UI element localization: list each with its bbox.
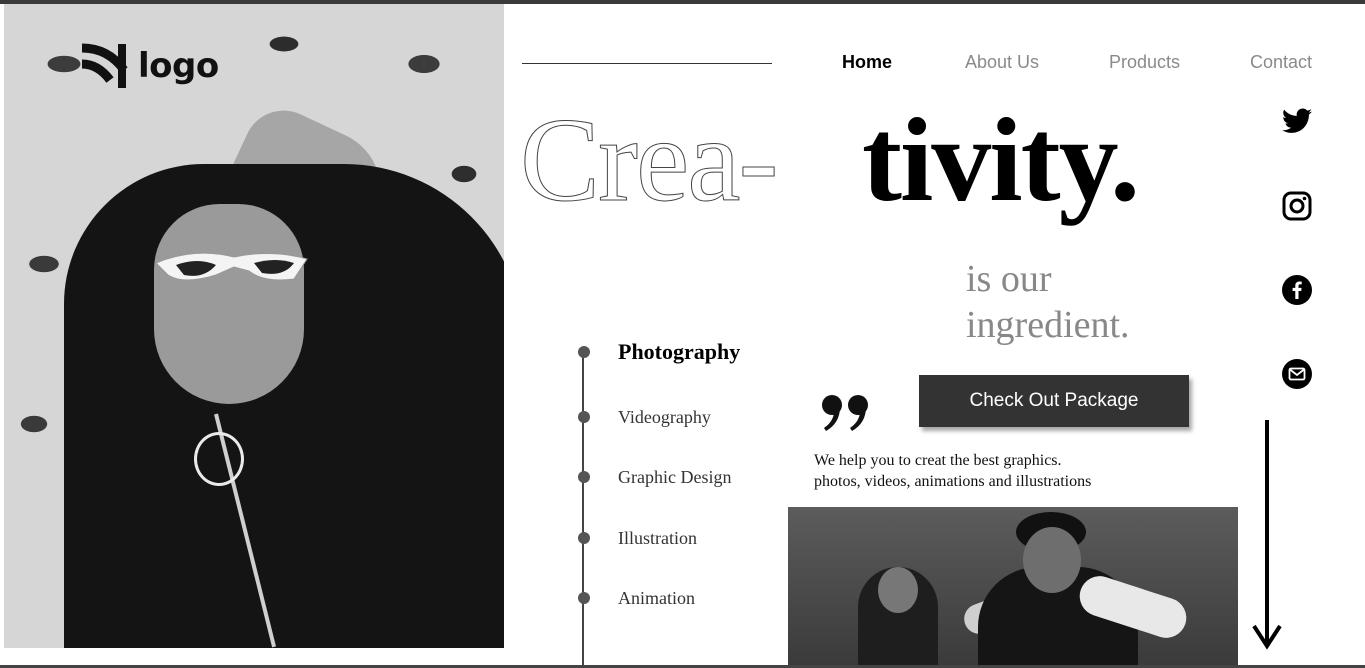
service-dot <box>578 532 590 544</box>
service-dot <box>578 471 590 483</box>
nav-products[interactable]: Products <box>1109 52 1180 73</box>
quote-mark-icon <box>822 395 868 431</box>
service-dot <box>578 411 590 423</box>
check-out-package-button[interactable]: Check Out Package <box>919 375 1189 427</box>
main-nav: Home About Us Products Contact <box>0 52 1365 74</box>
mail-icon <box>1282 359 1312 389</box>
description-line-2: photos, videos, animations and illustrat… <box>814 473 1092 490</box>
photo-face <box>154 204 304 404</box>
photo-sunglasses <box>155 252 308 281</box>
facebook-icon <box>1282 275 1312 305</box>
photo-zip-ring <box>194 432 244 486</box>
service-graphic-design[interactable]: Graphic Design <box>618 467 731 488</box>
services-timeline <box>582 350 584 668</box>
hero-tagline: is our ingredient. <box>966 256 1186 348</box>
service-animation[interactable]: Animation <box>618 588 695 609</box>
scroll-down-arrow-icon[interactable] <box>1250 420 1284 652</box>
service-dot <box>578 346 590 358</box>
service-illustration[interactable]: Illustration <box>618 528 697 549</box>
tagline-line-2: ingredient. <box>966 304 1130 346</box>
headline-solid-text: tivity. <box>862 93 1140 226</box>
description-line-1: We help you to creat the best graphics. <box>814 452 1062 469</box>
twitter-icon <box>1282 108 1312 133</box>
instagram-link[interactable] <box>1280 189 1314 223</box>
service-photography[interactable]: Photography <box>618 339 740 365</box>
hero-photo <box>4 4 504 648</box>
nav-about-us[interactable]: About Us <box>965 52 1039 73</box>
service-dot <box>578 592 590 604</box>
twitter-link[interactable] <box>1280 104 1314 138</box>
headline-outline-text: Crea- <box>519 93 778 226</box>
service-videography[interactable]: Videography <box>618 407 711 428</box>
description-text: We help you to creat the best graphics. … <box>814 450 1174 492</box>
nav-home[interactable]: Home <box>842 52 892 73</box>
facebook-link[interactable] <box>1280 273 1314 307</box>
tagline-line-1: is our <box>966 258 1052 300</box>
hero-headline: Crea- tivity. <box>519 99 1139 220</box>
email-link[interactable] <box>1280 357 1314 391</box>
photo-person-left-head <box>878 567 918 613</box>
instagram-icon <box>1282 191 1312 221</box>
nav-contact[interactable]: Contact <box>1250 52 1312 73</box>
dancers-photo <box>788 507 1238 668</box>
photo-person-right-head <box>1023 527 1081 593</box>
